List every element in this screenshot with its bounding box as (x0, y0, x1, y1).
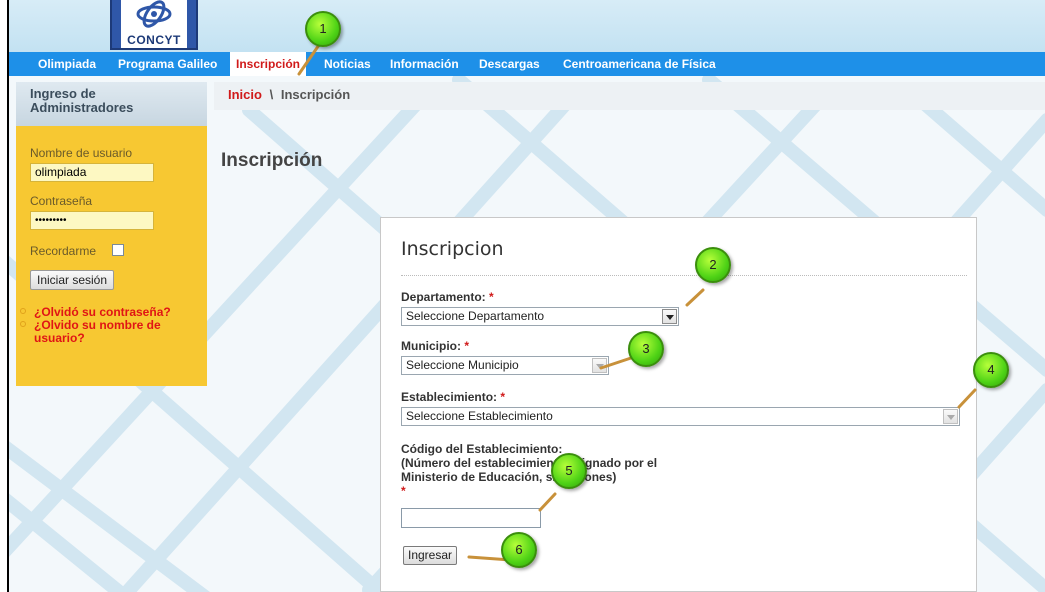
page-title: Inscripción (221, 150, 323, 171)
nav-olimpiada[interactable]: Olimpiada (38, 52, 96, 76)
page-frame: CONCYT Olimpiada Programa Galileo Inscri… (7, 0, 1045, 592)
departamento-select[interactable]: Seleccione Departamento (401, 307, 679, 326)
chevron-down-icon[interactable] (592, 358, 607, 373)
password-input[interactable]: ••••••••• (30, 211, 154, 230)
registration-form: Inscripcion Departamento: * Seleccione D… (380, 217, 977, 592)
concyt-logo[interactable]: CONCYT (110, 0, 198, 50)
nav-programa-galileo[interactable]: Programa Galileo (118, 52, 217, 76)
remember-checkbox[interactable] (112, 244, 124, 256)
sidebar-title: Ingreso de Administradores (16, 82, 207, 126)
submit-button[interactable]: Ingresar (403, 546, 458, 565)
main-nav: Olimpiada Programa Galileo Inscripción N… (9, 52, 1045, 76)
help-links: ¿Olvidó su contraseña? ¿Olvido su nombre… (20, 306, 200, 345)
municipio-value: Seleccione Municipio (406, 358, 519, 372)
municipio-select[interactable]: Seleccione Municipio (401, 356, 609, 375)
nav-inscripcion[interactable]: Inscripción (230, 52, 307, 76)
breadcrumb-home[interactable]: Inicio (228, 87, 262, 102)
forgot-username-link[interactable]: ¿Olvido su nombre de usuario? (20, 319, 200, 345)
nav-noticias[interactable]: Noticias (324, 52, 371, 76)
chevron-down-icon[interactable] (943, 409, 958, 424)
forgot-username-text[interactable]: ¿Olvido su nombre de usuario? (34, 318, 161, 345)
remember-label: Recordarme (30, 244, 97, 258)
establecimiento-label: Establecimiento: * (401, 390, 506, 404)
callout-5-marker: 5 (551, 453, 587, 489)
form-title: Inscripcion (401, 238, 504, 260)
callout-3-marker: 3 (628, 331, 664, 367)
nav-descargas[interactable]: Descargas (479, 52, 540, 76)
departamento-label: Departamento: * (401, 290, 494, 304)
callout-6-marker: 6 (501, 532, 537, 568)
breadcrumb: Inicio \ Inscripción (214, 82, 1045, 110)
callout-2-marker: 2 (695, 247, 731, 283)
bullet-icon (20, 321, 26, 327)
nav-centroamericana[interactable]: Centroamericana de Física (563, 52, 716, 76)
forgot-password-text[interactable]: ¿Olvidó su contraseña? (34, 305, 171, 319)
codigo-input[interactable] (401, 508, 541, 528)
login-button[interactable]: Iniciar sesión (30, 270, 115, 290)
username-label: Nombre de usuario (30, 146, 133, 160)
establecimiento-value: Seleccione Establecimiento (406, 409, 553, 423)
logo-text: CONCYT (127, 33, 181, 47)
site-header: CONCYT (9, 0, 1045, 52)
callout-4-marker: 4 (973, 352, 1009, 388)
municipio-label: Municipio: * (401, 339, 470, 353)
bullet-icon (20, 308, 26, 314)
login-panel: Nombre de usuario olimpiada Contraseña •… (16, 126, 207, 386)
divider (401, 275, 967, 276)
nav-informacion[interactable]: Información (390, 52, 459, 76)
breadcrumb-current: Inscripción (280, 87, 351, 102)
atom-icon (136, 0, 172, 28)
breadcrumb-separator: \ (269, 87, 274, 102)
establecimiento-select[interactable]: Seleccione Establecimiento (401, 407, 960, 426)
username-input[interactable]: olimpiada (30, 163, 154, 182)
callout-1-marker: 1 (305, 11, 341, 47)
chevron-down-icon[interactable] (662, 309, 677, 324)
departamento-value: Seleccione Departamento (406, 309, 545, 323)
password-label: Contraseña (30, 194, 93, 208)
